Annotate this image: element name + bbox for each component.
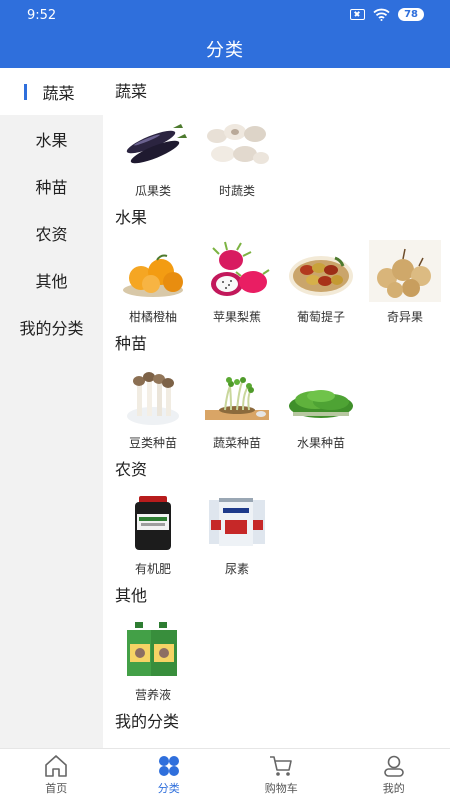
section-items: 瓜果类 时蔬类 [117, 114, 273, 199]
section-title: 水果 [115, 208, 148, 227]
subcategory-nutrient-solution[interactable]: 营养液 [117, 618, 189, 703]
section-items: 柑橘橙柚 苹果梨蕉 葡萄提子 奇异果 [117, 240, 441, 325]
tab-label: 分类 [157, 782, 180, 795]
subcategory-label: 尿素 [224, 562, 249, 576]
subcategory-label: 瓜果类 [134, 184, 171, 198]
section-items: 豆类种苗 蔬菜种苗 水果种苗 [117, 366, 357, 451]
section-items: 营养液 [117, 618, 189, 703]
home-icon [45, 755, 68, 777]
subcategory-kiwi[interactable]: 奇异果 [369, 240, 441, 325]
subcategory-grapes[interactable]: 葡萄提子 [285, 240, 357, 325]
sidebar-item-label: 蔬菜 [42, 83, 75, 103]
category-icon [158, 756, 179, 776]
fertilizer-bucket-icon [135, 496, 171, 550]
section-title: 农资 [115, 460, 148, 479]
subcategory-vegetable-seedlings[interactable]: 蔬菜种苗 [201, 366, 273, 451]
tab-label: 购物车 [264, 782, 298, 795]
subcategory-bean-seedlings[interactable]: 豆类种苗 [117, 366, 189, 451]
subcategory-seasonal-vegetables[interactable]: 时蔬类 [201, 114, 273, 199]
garlic-icon [207, 124, 269, 164]
sidebar-item-label: 农资 [35, 224, 68, 244]
microgreens-icon [289, 390, 353, 418]
subcategory-label: 水果种苗 [296, 436, 345, 450]
sidebar-item-farm-supplies[interactable]: 农资 [0, 209, 103, 256]
wifi-icon [373, 8, 390, 21]
subcategory-label: 蔬菜种苗 [212, 436, 261, 450]
subcategory-label: 奇异果 [386, 310, 423, 324]
sidebar-item-fruits[interactable]: 水果 [0, 115, 103, 162]
status-icons: 78 [350, 8, 424, 21]
tab-cart[interactable]: 购物车 [225, 749, 338, 800]
section-title: 我的分类 [115, 712, 180, 731]
subcategory-label: 营养液 [134, 688, 171, 702]
subcategory-label: 有机肥 [134, 562, 171, 576]
tab-home[interactable]: 首页 [0, 749, 113, 800]
top-bar: 9:52 78 分类 [0, 0, 450, 68]
subcategory-melons[interactable]: 瓜果类 [117, 114, 189, 199]
subcategory-label: 葡萄提子 [296, 310, 345, 324]
subcategory-urea[interactable]: 尿素 [201, 492, 273, 577]
subcategory-citrus[interactable]: 柑橘橙柚 [117, 240, 189, 325]
mushroom-sprout-icon [127, 372, 179, 425]
subcategory-organic-fertilizer[interactable]: 有机肥 [117, 492, 189, 577]
section-items: 有机肥 尿素 [117, 492, 273, 577]
nutrient-bottles-icon [127, 622, 177, 676]
sidebar-item-label: 我的分类 [19, 318, 84, 338]
longan-icon [369, 240, 441, 302]
urea-cans-icon [209, 498, 265, 546]
battery-icon: 78 [398, 8, 424, 21]
citrus-icon [123, 254, 183, 297]
user-icon [383, 755, 404, 777]
subcategory-apples-pears-bananas[interactable]: 苹果梨蕉 [201, 240, 273, 325]
sidebar-item-others[interactable]: 其他 [0, 256, 103, 303]
subcategory-label: 时蔬类 [218, 184, 255, 198]
dragonfruit-icon [211, 241, 270, 296]
sidebar-item-label: 其他 [35, 271, 68, 291]
tab-category[interactable]: 分类 [113, 749, 226, 800]
status-time: 9:52 [27, 8, 57, 23]
subcategory-label: 柑橘橙柚 [128, 310, 177, 324]
cart-icon [270, 756, 293, 776]
section-title: 蔬菜 [115, 82, 148, 101]
category-sidebar: 蔬菜 水果 种苗 农资 其他 我的分类 [0, 68, 103, 748]
sidebar-item-vegetables[interactable]: 蔬菜 [0, 68, 103, 115]
jujube-icon [289, 256, 353, 296]
sidebar-item-my-categories[interactable]: 我的分类 [0, 303, 103, 350]
tab-label: 首页 [45, 782, 68, 795]
bottom-tab-bar: 首页 分类 购物车 我的 [0, 748, 450, 800]
section-title: 种苗 [115, 334, 148, 353]
no-sim-icon [350, 9, 366, 20]
status-bar: 9:52 78 [0, 0, 450, 32]
tab-label: 我的 [382, 782, 405, 795]
page-title: 分类 [206, 40, 244, 61]
subcategory-fruit-seedlings[interactable]: 水果种苗 [285, 366, 357, 451]
section-title: 其他 [115, 586, 148, 605]
category-content: 蔬菜 瓜果类 时蔬类 水果 柑橘橙柚 苹果梨蕉 葡萄提子 奇异果 种苗 豆类种苗… [103, 68, 450, 748]
sidebar-item-label: 种苗 [35, 177, 68, 197]
subcategory-label: 苹果梨蕉 [212, 310, 261, 324]
tab-mine[interactable]: 我的 [338, 749, 450, 800]
subcategory-label: 豆类种苗 [128, 436, 177, 450]
eggplant-icon [126, 124, 187, 164]
sidebar-item-seedlings[interactable]: 种苗 [0, 162, 103, 209]
sidebar-item-label: 水果 [35, 130, 68, 150]
sprouts-board-icon [205, 377, 269, 420]
